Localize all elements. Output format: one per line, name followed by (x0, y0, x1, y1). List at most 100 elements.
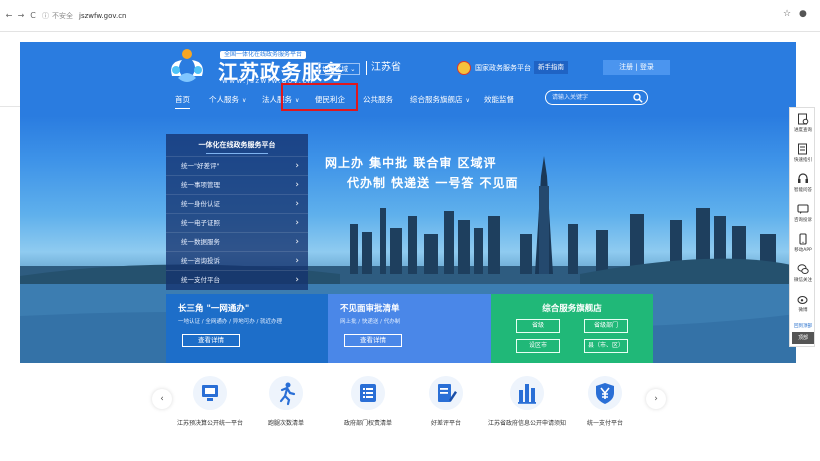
yangtze-delta-card: 长三角 "一网通办" 一地认证 / 全网通办 / 异地可办 / 就近办理 查看详… (166, 294, 328, 363)
float-item-wechat[interactable]: 微信关注 (790, 260, 816, 290)
float-item-guide[interactable]: 快速指引 (790, 140, 816, 170)
divider (0, 106, 20, 107)
float-item-progress[interactable]: 进度查询 (790, 110, 816, 140)
float-item-label: 咨询投诉 (794, 218, 812, 223)
district-city-button[interactable]: 设区市 (516, 339, 560, 353)
service-payment[interactable]: 统一支付平台 (560, 376, 650, 436)
star-icon[interactable]: ☆ (783, 9, 791, 19)
shield-yuan-icon (588, 376, 622, 410)
chevron-down-icon: ∨ (465, 97, 470, 104)
weibo-icon (797, 295, 808, 305)
chevron-right-icon: › (295, 237, 299, 247)
account-icon[interactable]: ● (799, 9, 807, 19)
region-switch-label: 切换区域 (322, 65, 348, 73)
service-label: 好差评平台 (430, 420, 461, 427)
nav-item-label: 首页 (175, 95, 190, 104)
chevron-left-icon: ‹ (160, 394, 164, 404)
national-emblem-icon[interactable] (457, 61, 471, 75)
province-department-button[interactable]: 省级部门 (584, 319, 628, 333)
side-item-identity[interactable]: 统一身份认证 › (166, 194, 308, 213)
card-subtitle: 一地认证 / 全网通办 / 异地可办 / 就近办理 (178, 319, 283, 325)
province-level-button[interactable]: 省级 (516, 319, 560, 333)
banner-slogan-line2: 代办制 快递送 一号答 不见面 (347, 176, 519, 190)
nav-item-personal[interactable]: 个人服务 ∨ (209, 92, 246, 109)
annotation-highlight-box (281, 83, 358, 111)
side-item-review[interactable]: 统一"好差评" › (166, 156, 308, 175)
card-title: 综合服务旗舰店 (542, 304, 602, 314)
search-input[interactable]: 请输入关键字 (545, 90, 648, 105)
browser-page: ← → C ⓘ 不安全 jszwfw.gov.cn ☆ ● 全国一体化在线政务服务平… (0, 0, 820, 461)
site-logo-icon[interactable] (164, 46, 210, 86)
float-item-label: 微信关注 (794, 278, 812, 283)
side-item-label: 统一电子证照 (181, 219, 220, 227)
side-item-payment[interactable]: 统一支付平台 › (166, 270, 308, 289)
chevron-right-icon: › (295, 199, 299, 209)
float-item-complaint[interactable]: 咨询投诉 (790, 200, 816, 230)
side-item-data[interactable]: 统一数据服务 › (166, 232, 308, 251)
search-placeholder: 请输入关键字 (552, 94, 589, 101)
national-platform-link[interactable]: 国家政务服务平台 (475, 63, 531, 73)
nav-item-label: 个人服务 (209, 95, 239, 104)
nav-item-home[interactable]: 首页 (175, 92, 190, 109)
back-to-top-link[interactable]: 回到顶部 (790, 323, 816, 329)
service-review[interactable]: 好差评平台 (401, 376, 491, 436)
side-item-complaint[interactable]: 统一咨询投诉 › (166, 251, 308, 270)
float-item-label: 快速指引 (794, 158, 812, 163)
address-bar[interactable]: ⓘ 不安全 jszwfw.gov.cn (42, 9, 787, 23)
view-details-button[interactable]: 查看详情 (182, 334, 240, 347)
float-item-weibo[interactable]: 微博 (790, 290, 816, 320)
region-name: 江苏省 (366, 61, 401, 75)
nav-item-flagship[interactable]: 综合服务旗舰店 ∨ (410, 92, 470, 109)
nav-item-supervision[interactable]: 效能监督 (484, 92, 514, 108)
search-icon[interactable] (633, 93, 643, 103)
card-subtitle: 网上批 / 快递送 / 代办制 (340, 319, 401, 325)
side-item-label: 统一支付平台 (181, 276, 220, 284)
side-item-license[interactable]: 统一电子证照 › (166, 213, 308, 232)
wechat-icon (797, 264, 809, 274)
service-label: 江苏省政府信息公开申请须知 (487, 420, 566, 427)
service-label: 政府部门权责清单 (343, 420, 392, 427)
float-item-app[interactable]: 移动APP (790, 230, 816, 260)
float-item-qa[interactable]: 智能问答 (790, 170, 816, 200)
side-item-label: 统一事项管理 (181, 181, 220, 189)
side-panel-title: 一体化在线政务服务平台 (166, 134, 308, 156)
banner-slogan-line1: 网上办 集中批 联合审 区域评 (325, 156, 497, 170)
service-info-disclosure[interactable]: 江苏省政府信息公开申请须知 (482, 376, 572, 436)
county-button[interactable]: 县（市、区） (584, 339, 628, 353)
mobile-icon (799, 233, 807, 245)
forward-button[interactable]: → (16, 11, 26, 21)
site-header: 全国一体化在线政务服务平台 江苏政务服务 www.jszwfw.gov.cn 切… (20, 42, 796, 116)
chevron-right-icon: › (295, 275, 299, 285)
progress-icon (798, 113, 809, 125)
card-title: 长三角 "一网通办" (178, 304, 250, 314)
service-authority[interactable]: 政府部门权责清单 (323, 376, 413, 436)
chevron-right-icon: › (654, 394, 658, 404)
right-float-bar: 进度查询 快速指引 智能问答 咨询投诉 移动APP 微信关注 微博 回到顶部 顶… (789, 107, 815, 347)
region-switch-button[interactable]: 切换区域 ⌄ (318, 63, 360, 75)
service-label: 统一支付平台 (586, 420, 623, 427)
browser-toolbar: ← → C ⓘ 不安全 jszwfw.gov.cn ☆ ● (0, 0, 820, 32)
float-item-label: 微博 (798, 308, 808, 313)
side-item-label: 统一数据服务 (181, 238, 220, 246)
chevron-down-icon: ⌄ (350, 65, 356, 73)
info-icon[interactable]: ⓘ (42, 12, 49, 20)
login-register-button[interactable]: 注册 | 登录 (603, 60, 670, 75)
newbie-guide-button[interactable]: 新手指南 (534, 61, 568, 74)
back-to-top-button[interactable]: 顶部 (792, 332, 814, 344)
float-item-label: 智能问答 (794, 188, 812, 193)
view-details-button[interactable]: 查看详情 (344, 334, 402, 347)
main-nav: 首页 个人服务 ∨ 法人服务 ∨ 便民利企 公共服务 综合服务旗舰店 ∨ 效能监督 (20, 92, 796, 109)
nav-item-label: 综合服务旗舰店 (410, 95, 463, 104)
side-item-matters[interactable]: 统一事项管理 › (166, 175, 308, 194)
chat-icon (797, 204, 809, 214)
edit-document-icon (429, 376, 463, 410)
reload-button[interactable]: C (28, 11, 38, 21)
side-item-label: 统一咨询投诉 (181, 257, 220, 265)
back-button[interactable]: ← (4, 11, 14, 21)
flagship-store-card: 综合服务旗舰店 省级 省级部门 设区市 县（市、区） (491, 294, 653, 363)
chevron-right-icon: › (295, 256, 299, 266)
nav-item-public[interactable]: 公共服务 (363, 92, 393, 108)
service-errand[interactable]: 跑腿次数清单 (241, 376, 331, 436)
security-label: 不安全 (52, 12, 73, 20)
card-title: 不见面审批清单 (340, 304, 400, 314)
